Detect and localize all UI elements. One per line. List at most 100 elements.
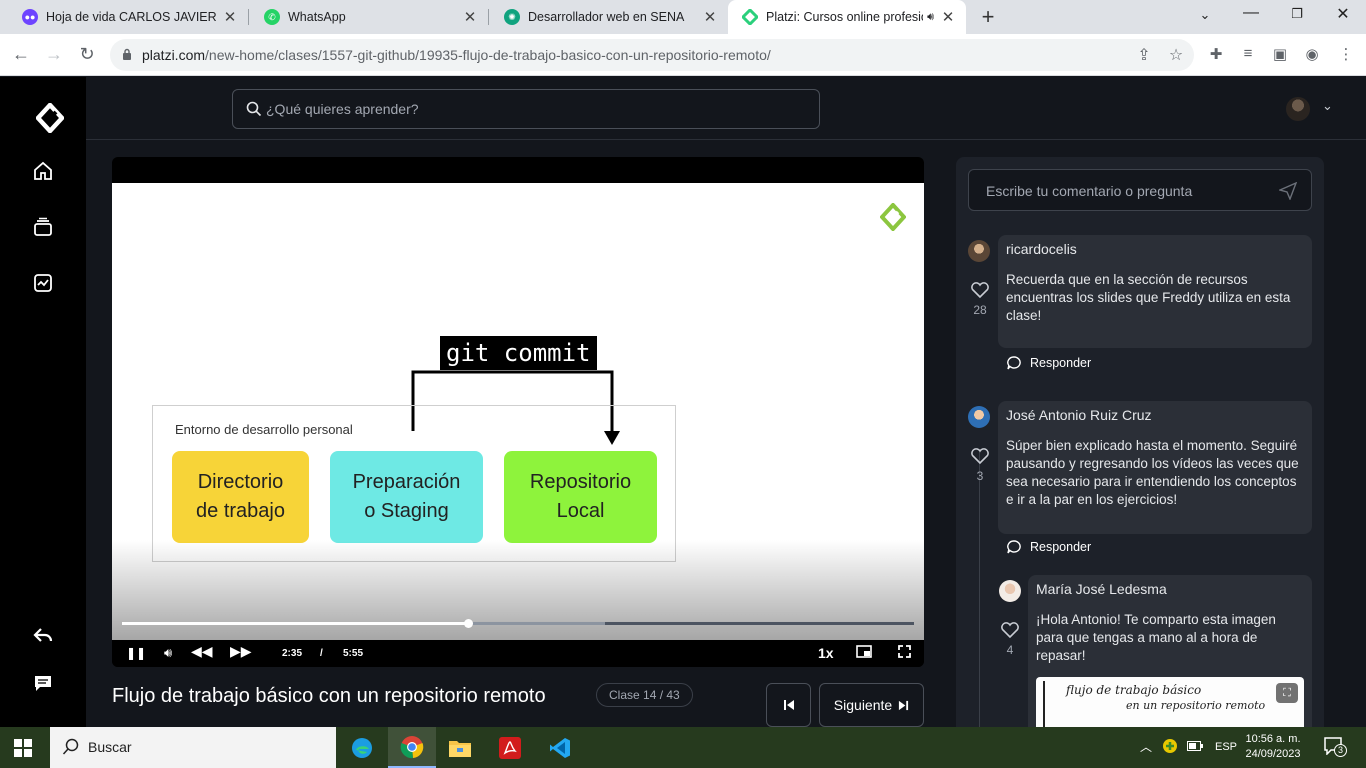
- browser-tab-strip: ●● Hoja de vida CARLOS JAVIER LO ✕ ✆ Wha…: [0, 0, 1366, 34]
- browser-tab-4-active[interactable]: Platzi: Cursos online profesio 🔊︎ ✕: [728, 0, 966, 34]
- top-bar: ¿Qué quieres aprender? ⌄: [86, 77, 1366, 140]
- tray-app-icon[interactable]: [1162, 738, 1178, 757]
- seek-bar[interactable]: [122, 619, 914, 628]
- restore-icon[interactable]: ❐: [1287, 6, 1307, 22]
- ai-tool-icon: ●●: [22, 9, 38, 25]
- course-search-input[interactable]: ¿Qué quieres aprender?: [232, 89, 820, 129]
- profile-icon[interactable]: ◉: [1302, 45, 1322, 63]
- reply-label: Responder: [1030, 356, 1092, 370]
- send-icon[interactable]: [1279, 182, 1297, 200]
- back-icon[interactable]: ←: [10, 44, 32, 65]
- browser-tab-2[interactable]: ✆ WhatsApp ✕: [250, 0, 488, 34]
- reply-button[interactable]: Responder: [1006, 355, 1091, 371]
- played-bar: [122, 622, 468, 625]
- tab-separator: [488, 9, 489, 25]
- extensions-puzzle-icon[interactable]: ✚: [1206, 45, 1226, 63]
- search-placeholder: ¿Qué quieres aprender?: [266, 101, 419, 117]
- new-tab-button[interactable]: +: [977, 4, 999, 30]
- chevron-down-icon[interactable]: ⌄: [1322, 98, 1333, 114]
- staging-card: Preparación o Staging: [330, 451, 483, 543]
- skip-previous-icon: [783, 700, 794, 710]
- close-tab-icon[interactable]: ✕: [940, 8, 956, 26]
- tab-separator: [248, 9, 249, 25]
- current-time: 2:35: [282, 648, 303, 659]
- comment-card: ricardocelis Recuerda que en la sección …: [998, 235, 1312, 348]
- minimize-icon[interactable]: —: [1241, 4, 1261, 22]
- skip-next-icon: [899, 700, 909, 710]
- reply-button[interactable]: Responder: [1006, 539, 1091, 555]
- close-window-icon[interactable]: ✕: [1333, 4, 1353, 24]
- close-tab-icon[interactable]: ✕: [222, 8, 238, 26]
- class-counter-badge: Clase 14 / 43: [596, 683, 693, 707]
- comment-author[interactable]: José Antonio Ruiz Cruz: [1006, 407, 1152, 423]
- avatar[interactable]: [968, 240, 990, 262]
- playback-speed[interactable]: 1x: [818, 645, 834, 661]
- comment-author[interactable]: ricardocelis: [1006, 241, 1077, 257]
- forward-icon[interactable]: →: [43, 44, 65, 65]
- like-button[interactable]: 3: [969, 447, 991, 483]
- clock-date: 24/09/2023: [1245, 748, 1301, 760]
- tab-search-chevron-icon[interactable]: ⌄: [1195, 7, 1215, 23]
- close-tab-icon[interactable]: ✕: [462, 8, 478, 26]
- chat-bubble-icon[interactable]: [31, 671, 55, 695]
- address-bar[interactable]: platzi.com/new-home/clases/1557-git-gith…: [110, 39, 1194, 71]
- bookmark-star-icon[interactable]: ☆: [1166, 45, 1186, 65]
- like-count: 28: [973, 303, 987, 317]
- tray-chevron-up-icon[interactable]: ︿: [1140, 738, 1152, 755]
- courses-stack-icon[interactable]: [31, 215, 55, 239]
- previous-class-button[interactable]: [766, 683, 811, 727]
- battery-icon[interactable]: [1187, 740, 1203, 754]
- browser-tab-1[interactable]: ●● Hoja de vida CARLOS JAVIER LO ✕: [8, 0, 248, 34]
- more-menu-icon[interactable]: ⋮: [1336, 45, 1356, 63]
- search-icon: [62, 738, 79, 755]
- rewind-icon[interactable]: ◀◀: [191, 643, 213, 660]
- acrobat-icon[interactable]: [486, 727, 534, 768]
- picture-in-picture-icon[interactable]: [856, 645, 872, 661]
- chrome-icon[interactable]: [388, 727, 436, 768]
- comment-input[interactable]: Escribe tu comentario o pregunta: [968, 169, 1312, 211]
- fullscreen-icon[interactable]: [898, 645, 911, 661]
- reload-icon[interactable]: ↻: [76, 44, 98, 65]
- progress-chart-icon[interactable]: [31, 271, 55, 295]
- user-avatar[interactable]: [1286, 97, 1310, 121]
- tab-title: Platzi: Cursos online profesio: [766, 10, 924, 24]
- tab-title: Hoja de vida CARLOS JAVIER LO: [46, 10, 216, 24]
- edge-icon[interactable]: [338, 727, 386, 768]
- pause-icon[interactable]: ❚❚: [126, 646, 146, 660]
- like-button[interactable]: 4: [999, 621, 1021, 657]
- media-queue-icon[interactable]: ≡: [1238, 45, 1258, 62]
- system-clock[interactable]: 10:56 a. m. 24/09/2023: [1244, 732, 1302, 762]
- browser-tab-3[interactable]: ✺ Desarrollador web en SENA ✕: [490, 0, 728, 34]
- avatar[interactable]: [968, 406, 990, 428]
- file-explorer-icon[interactable]: [436, 727, 484, 768]
- keyboard-language[interactable]: ESP: [1215, 741, 1237, 753]
- volume-icon[interactable]: 🔊︎: [164, 645, 172, 661]
- side-panel-icon[interactable]: ▣: [1270, 45, 1290, 63]
- share-icon[interactable]: ⇪: [1134, 45, 1154, 65]
- back-arrow-icon[interactable]: [31, 623, 55, 647]
- whatsapp-icon: ✆: [264, 9, 280, 25]
- avatar[interactable]: [999, 580, 1021, 602]
- seek-handle[interactable]: [463, 619, 473, 628]
- vscode-icon[interactable]: [536, 727, 584, 768]
- platzi-logo-icon[interactable]: [36, 103, 64, 133]
- notifications-button[interactable]: 3: [1324, 737, 1347, 758]
- comment-author[interactable]: María José Ledesma: [1036, 581, 1167, 597]
- close-tab-icon[interactable]: ✕: [702, 8, 718, 26]
- heart-icon: [971, 448, 989, 465]
- next-class-button[interactable]: Siguiente: [819, 683, 924, 727]
- heart-icon: [1001, 622, 1019, 639]
- windows-start-icon[interactable]: [14, 739, 32, 757]
- like-count: 4: [1006, 643, 1014, 657]
- like-button[interactable]: 28: [969, 281, 991, 317]
- home-icon[interactable]: [31, 159, 55, 183]
- platzi-app: ¿Qué quieres aprender? ⌄ git commit Ento…: [0, 77, 1366, 727]
- speaker-icon[interactable]: 🔊︎: [927, 11, 934, 24]
- taskbar-search-box[interactable]: Buscar: [50, 727, 336, 768]
- video-controls: ❚❚ 🔊︎ ◀◀ ▶▶ 2:35 / 5:55 1x: [112, 640, 924, 667]
- video-player[interactable]: git commit Entorno de desarrollo persona…: [112, 157, 924, 667]
- fast-forward-icon[interactable]: ▶▶: [230, 643, 252, 660]
- comment-placeholder: Escribe tu comentario o pregunta: [986, 183, 1193, 199]
- windows-taskbar: Buscar ︿ ESP 10:56 a. m. 24/09/2023 3: [0, 727, 1366, 768]
- search-icon: [246, 101, 262, 117]
